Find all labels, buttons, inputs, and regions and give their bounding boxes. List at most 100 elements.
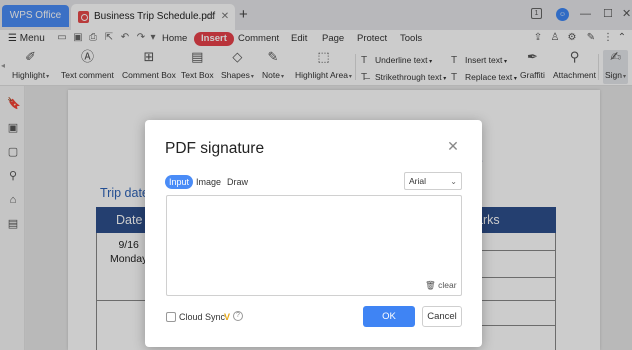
attachment-sidebar-icon[interactable]: ⚲ — [7, 170, 19, 182]
graffiti-button[interactable]: ✒ Graffiti — [520, 49, 545, 81]
underline-text-button[interactable]: T Underline text ▾ — [361, 55, 432, 67]
table-border — [482, 277, 556, 278]
tab-draw[interactable]: Draw — [223, 175, 252, 189]
text-box-button[interactable]: ▤ Text Box — [181, 49, 214, 81]
note-button[interactable]: ✎ Note▾ — [262, 50, 284, 82]
trash-icon: 🗑 — [425, 280, 436, 290]
sign-button[interactable]: ✍ Sign▾ — [603, 49, 629, 84]
thumbnail-icon[interactable]: ▣ — [7, 122, 19, 134]
vip-badge-icon: V — [224, 312, 231, 322]
tab-home[interactable]: Home — [162, 32, 187, 46]
dialog-title: PDF signature — [165, 140, 265, 157]
tab-page[interactable]: Page — [322, 32, 344, 46]
collapse-ribbon-icon[interactable]: ⌃ — [616, 32, 628, 44]
comment-box-icon: ⊞ — [143, 49, 155, 64]
open-folder-icon[interactable]: ▭ — [57, 33, 67, 43]
comment-box-button[interactable]: ⊞ Comment Box — [122, 49, 176, 81]
trip-date-heading: Trip date — [100, 186, 149, 200]
table-border — [482, 325, 556, 326]
replace-text-button[interactable]: T Replace text ▾ — [451, 72, 517, 84]
shapes-icon: ◇ — [232, 49, 243, 64]
strikethrough-text-button[interactable]: T̶ Strikethrough text ▾ — [361, 72, 446, 84]
attachment-button[interactable]: ⚲ Attachment — [553, 49, 596, 81]
highlighter-icon: ✐ — [25, 49, 36, 64]
table-border — [96, 233, 97, 350]
sidebar-toggle-icon[interactable]: 1 — [531, 8, 542, 19]
underline-icon: T — [361, 55, 368, 66]
text-box-icon: ▤ — [191, 49, 204, 64]
insert-text-icon: T — [451, 55, 458, 66]
settings-icon[interactable]: ⚙ — [566, 32, 578, 44]
bookmark-icon[interactable]: 🔖 — [7, 98, 21, 110]
tab-tools[interactable]: Tools — [400, 32, 422, 46]
tab-input[interactable]: Input — [165, 175, 194, 189]
document-tab[interactable]: Business Trip Schedule.pdf ▭ ✕ — [71, 4, 235, 30]
share-icon[interactable]: ⇪ — [532, 32, 544, 44]
redo-icon[interactable]: ↷ — [136, 33, 146, 43]
ribbon-divider — [355, 54, 356, 80]
document-tab-label: Business Trip Schedule.pdf — [94, 11, 216, 22]
table-border — [482, 300, 556, 301]
pdf-file-icon — [78, 11, 89, 23]
ribbon-scroll-left-icon[interactable]: ◂ — [1, 61, 5, 70]
highlight-area-icon: ⬚ — [317, 49, 330, 64]
menu-button[interactable]: ☰ Menu — [8, 32, 45, 46]
print-icon[interactable]: ⎙ — [88, 33, 98, 43]
minimize-icon[interactable]: — — [580, 8, 591, 20]
export-icon[interactable]: ⇱ — [104, 33, 114, 43]
comment-icon[interactable]: ▢ — [7, 146, 19, 158]
dropdown-icon[interactable]: ▾ — [148, 33, 158, 43]
tab-comment[interactable]: Comment — [238, 32, 279, 46]
paperclip-icon: ⚲ — [569, 49, 580, 64]
text-comment-icon: Ⓐ — [80, 49, 94, 64]
pdf-signature-dialog: PDF signature ✕ Input Image Draw Arial ⌄… — [145, 120, 482, 347]
tab-image[interactable]: Image — [192, 175, 225, 189]
highlight-button[interactable]: ✐ Highlight▾ — [12, 50, 49, 82]
signature-panel-icon[interactable]: ⌂ — [7, 194, 19, 206]
layers-icon[interactable]: ▤ — [7, 218, 19, 230]
window-close-icon[interactable]: ✕ — [622, 8, 631, 20]
note-icon: ✎ — [267, 49, 279, 64]
more-icon[interactable]: ⋮ — [602, 32, 614, 44]
close-icon[interactable]: ✕ — [447, 139, 459, 153]
wps-office-tab[interactable]: WPS Office — [2, 5, 69, 27]
pen-icon: ✒ — [526, 49, 538, 64]
chevron-down-icon: ⌄ — [450, 177, 457, 186]
table-border — [96, 300, 146, 301]
font-select-value: Arial — [409, 176, 427, 186]
table-cell-date: 9/16 Monday — [110, 239, 148, 265]
hamburger-icon: ☰ — [8, 33, 20, 44]
maximize-icon[interactable]: ☐ — [603, 8, 613, 20]
undo-icon[interactable]: ↶ — [120, 33, 130, 43]
edit-icon[interactable]: ✎ — [585, 32, 597, 44]
close-icon[interactable]: ✕ — [220, 12, 230, 22]
table-header-date: Date — [116, 213, 143, 227]
ribbon-divider — [598, 54, 599, 80]
insert-text-button[interactable]: T Insert text ▾ — [451, 55, 507, 67]
title-bar: WPS Office Business Trip Schedule.pdf ▭ … — [0, 0, 632, 30]
strikethrough-icon: T̶ — [361, 72, 368, 83]
save-icon[interactable]: ▣ — [73, 33, 83, 43]
cloud-sync-checkbox[interactable] — [166, 312, 176, 322]
cloud-sync-label: Cloud Sync — [179, 312, 226, 322]
clear-button[interactable]: 🗑 clear — [425, 280, 457, 291]
restore-icon[interactable]: ▭ — [205, 12, 215, 22]
font-select[interactable]: Arial ⌄ — [404, 172, 462, 190]
tab-edit[interactable]: Edit — [291, 32, 307, 46]
signature-icon: ✍ — [610, 49, 621, 64]
highlight-area-button[interactable]: ⬚ Highlight Area▾ — [295, 50, 352, 82]
add-tab-icon[interactable]: + — [239, 6, 248, 24]
ribbon-toolbar: ◂ ✐ Highlight▾ Ⓐ Text comment ⊞ Comment … — [0, 48, 632, 86]
tab-insert[interactable]: Insert — [194, 32, 234, 46]
cancel-button[interactable]: Cancel — [422, 306, 462, 327]
menu-bar: ☰ Menu ▭ ▣ ⎙ ⇱ ↶ ↷ ▾ Home Insert Comment… — [0, 30, 632, 48]
help-icon[interactable]: ? — [233, 311, 243, 321]
signature-input-area[interactable]: 🗑 clear — [166, 195, 462, 296]
text-comment-button[interactable]: Ⓐ Text comment — [61, 49, 114, 81]
shapes-button[interactable]: ◇ Shapes▾ — [221, 50, 254, 82]
tab-protect[interactable]: Protect — [357, 32, 387, 46]
collaborate-icon[interactable]: ♙ — [549, 32, 561, 44]
left-sidebar: 🔖 ▣ ▢ ⚲ ⌂ ▤ — [0, 86, 25, 350]
user-icon[interactable]: ☺ — [556, 8, 569, 21]
ok-button[interactable]: OK — [363, 306, 415, 327]
